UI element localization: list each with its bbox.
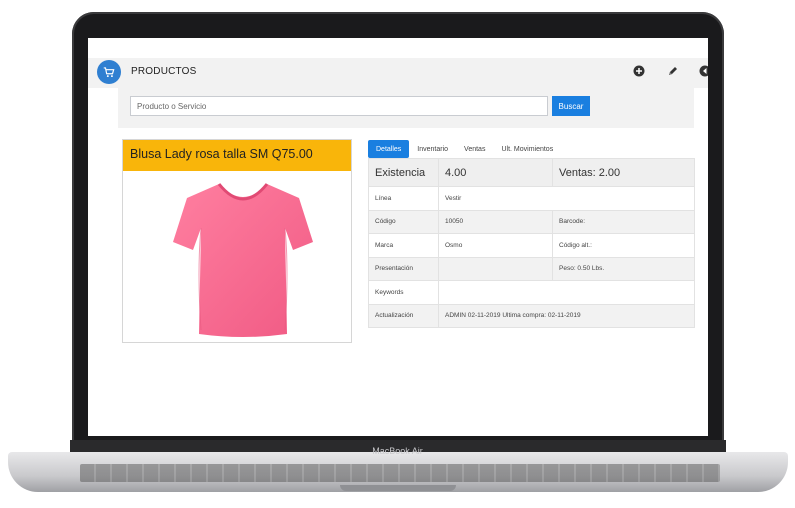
row-value [438, 256, 553, 281]
row-label: Línea [368, 186, 439, 211]
laptop-brand-label: MacBook Air [372, 446, 423, 456]
pencil-icon [669, 67, 677, 75]
product-card-header: Blusa Lady rosa talla SM Q75.00 [123, 140, 351, 171]
row-value: Osmo [438, 233, 553, 258]
search-button[interactable]: Buscar [552, 96, 590, 116]
table-row: Línea Vestir [368, 186, 695, 211]
search-input[interactable] [130, 96, 548, 116]
tab-ult-movimientos[interactable]: Ult. Movimientos [493, 140, 561, 158]
detail-tabs: Detalles Inventario Ventas Ult. Movimien… [368, 140, 561, 158]
table-row: Keywords [368, 280, 695, 305]
row-label: Keywords [368, 280, 439, 305]
add-button[interactable] [632, 64, 646, 78]
row-value: ADMIN 02-11-2019 Ultima compra: 02-11-20… [438, 303, 695, 328]
existencia-label: Existencia [368, 158, 439, 187]
cart-logo-icon [97, 60, 121, 84]
tab-detalles[interactable]: Detalles [368, 140, 410, 158]
row-value [438, 280, 695, 305]
table-row: Código 10050 Barcode: [368, 209, 695, 234]
tab-ventas[interactable]: Ventas [456, 140, 493, 158]
product-card: Blusa Lady rosa talla SM Q75.00 [122, 139, 352, 343]
product-image-tshirt [173, 183, 313, 337]
plus-circle-icon [633, 65, 645, 77]
row-extra: Código alt.: [552, 233, 695, 258]
row-label: Marca [368, 233, 439, 258]
back-button[interactable] [698, 64, 708, 78]
details-table: Existencia 4.00 Ventas: 2.00 Línea Vesti… [368, 158, 695, 328]
app-screen: PRODUCTOS Buscar Blusa Lady rosa tall [88, 38, 708, 436]
row-label: Actualización [368, 303, 439, 328]
row-extra: Peso: 0.50 Lbs. [552, 256, 695, 281]
back-circle-icon [699, 65, 708, 77]
laptop-notch [340, 485, 456, 491]
edit-button[interactable] [666, 64, 680, 78]
table-row: Marca Osmo Código alt.: [368, 233, 695, 258]
row-value: Vestir [438, 186, 695, 211]
row-label: Presentación [368, 256, 439, 281]
row-value: 10050 [438, 209, 553, 234]
ventas-value: Ventas: 2.00 [552, 158, 695, 187]
page-title: PRODUCTOS [131, 66, 197, 77]
product-title: Blusa Lady rosa talla SM Q75.00 [130, 147, 313, 161]
row-extra: Barcode: [552, 209, 695, 234]
table-row: Actualización ADMIN 02-11-2019 Ultima co… [368, 303, 695, 328]
laptop-keyboard [80, 464, 720, 482]
tab-inventario[interactable]: Inventario [409, 140, 456, 158]
existencia-value: 4.00 [438, 158, 553, 187]
row-label: Código [368, 209, 439, 234]
stage: MacBook Air PRODUCTOS Producto o Servici… [0, 0, 795, 508]
table-row: Presentación Peso: 0.50 Lbs. [368, 256, 695, 281]
table-row: Existencia 4.00 Ventas: 2.00 [368, 158, 695, 187]
